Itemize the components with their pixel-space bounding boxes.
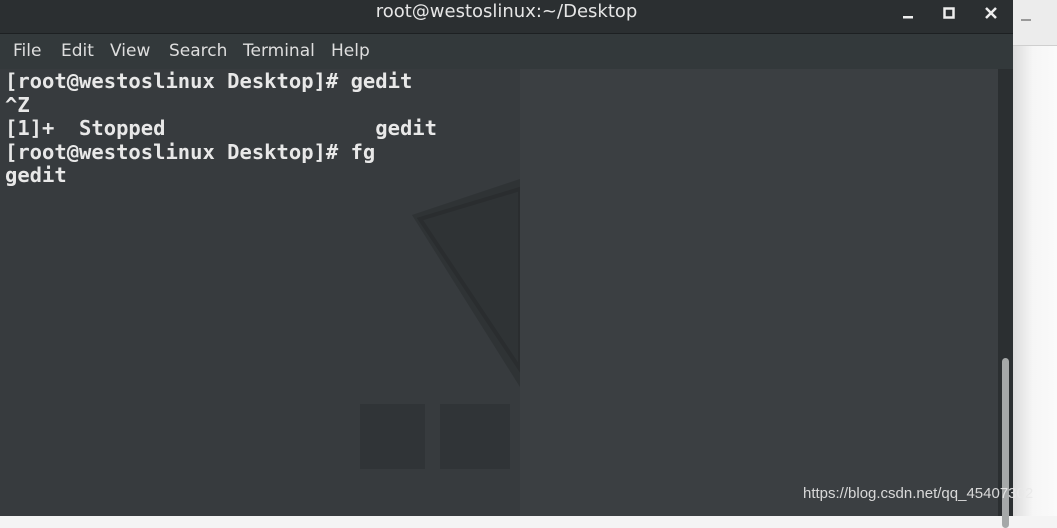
scrollbar[interactable] (998, 69, 1013, 528)
terminal-line: [root@westoslinux Desktop]# fg (5, 139, 376, 164)
scrollbar-thumb[interactable] (1002, 358, 1009, 528)
close-button[interactable] (978, 2, 1004, 24)
close-icon (985, 7, 997, 19)
terminal-line: [1]+ Stopped gedit (5, 116, 437, 141)
minimize-icon (1021, 19, 1031, 21)
title-bar[interactable]: root@westoslinux:~/Desktop (0, 0, 1013, 34)
minimize-button[interactable] (895, 2, 921, 24)
background-window (1013, 0, 1057, 516)
menu-help[interactable]: Help (331, 34, 370, 69)
terminal-lines: [root@westoslinux Desktop]# gedit ^Z [1]+ … (5, 69, 437, 188)
terminal-right-area (520, 69, 998, 516)
terminal-line: [root@westoslinux Desktop]# gedit (5, 69, 413, 93)
maximize-icon (943, 7, 955, 19)
terminal-line: gedit (5, 163, 67, 188)
terminal-line: ^Z (5, 92, 30, 117)
terminal-output[interactable]: [root@westoslinux Desktop]# gedit ^Z [1]+ … (0, 69, 998, 516)
menu-file[interactable]: File (13, 34, 41, 69)
window-title: root@westoslinux:~/Desktop (375, 1, 638, 22)
watermark: https://blog.csdn.net/qq_45407302 (803, 485, 1034, 502)
menu-bar: File Edit View Search Terminal Help (0, 34, 1013, 69)
background-window-header (1013, 0, 1057, 46)
menu-terminal[interactable]: Terminal (243, 34, 315, 69)
menu-edit[interactable]: Edit (61, 34, 94, 69)
minimize-icon (903, 16, 913, 19)
menu-search[interactable]: Search (169, 34, 227, 69)
menu-view[interactable]: View (110, 34, 150, 69)
terminal-window: root@westoslinux:~/Desktop File Edit Vie… (0, 0, 1013, 528)
maximize-button[interactable] (936, 2, 962, 24)
